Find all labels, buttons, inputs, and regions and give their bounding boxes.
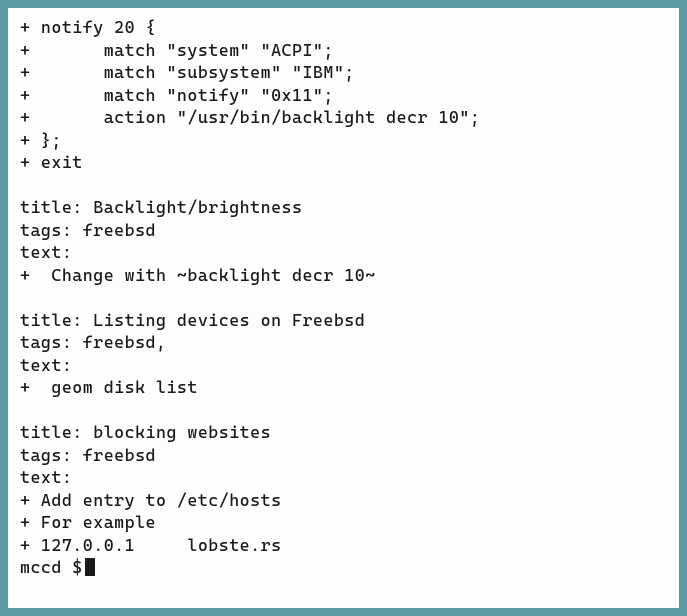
output-line: + notify 20 { bbox=[20, 16, 667, 39]
output-line: title: Listing devices on Freebsd bbox=[20, 309, 667, 332]
output-line: + }; bbox=[20, 129, 667, 152]
output-line: + match "subsystem" "IBM"; bbox=[20, 61, 667, 84]
output-line: + Change with ~backlight decr 10~ bbox=[20, 264, 667, 287]
cursor bbox=[85, 558, 95, 576]
output-line: tags: freebsd bbox=[20, 219, 667, 242]
output-line: + For example bbox=[20, 511, 667, 534]
output-line: + match "system" "ACPI"; bbox=[20, 39, 667, 62]
prompt-line[interactable]: mccd $ bbox=[20, 556, 667, 579]
output-line: text: bbox=[20, 354, 667, 377]
output-line: text: bbox=[20, 466, 667, 489]
output-line: + Add entry to /etc/hosts bbox=[20, 489, 667, 512]
output-line: + match "notify" "0x11"; bbox=[20, 84, 667, 107]
output-line: text: bbox=[20, 241, 667, 264]
prompt-text: mccd $ bbox=[20, 556, 83, 579]
output-line: title: Backlight/brightness bbox=[20, 196, 667, 219]
output-line: tags: freebsd bbox=[20, 444, 667, 467]
output-line: tags: freebsd, bbox=[20, 331, 667, 354]
terminal-window[interactable]: + notify 20 {+ match "system" "ACPI";+ m… bbox=[8, 8, 679, 608]
terminal-output: + notify 20 {+ match "system" "ACPI";+ m… bbox=[20, 16, 667, 556]
output-line: title: blocking websites bbox=[20, 421, 667, 444]
output-line: + geom disk list bbox=[20, 376, 667, 399]
output-line: + 127.0.0.1 lobste.rs bbox=[20, 534, 667, 557]
output-line: + exit bbox=[20, 151, 667, 174]
output-line: + action "/usr/bin/backlight decr 10"; bbox=[20, 106, 667, 129]
